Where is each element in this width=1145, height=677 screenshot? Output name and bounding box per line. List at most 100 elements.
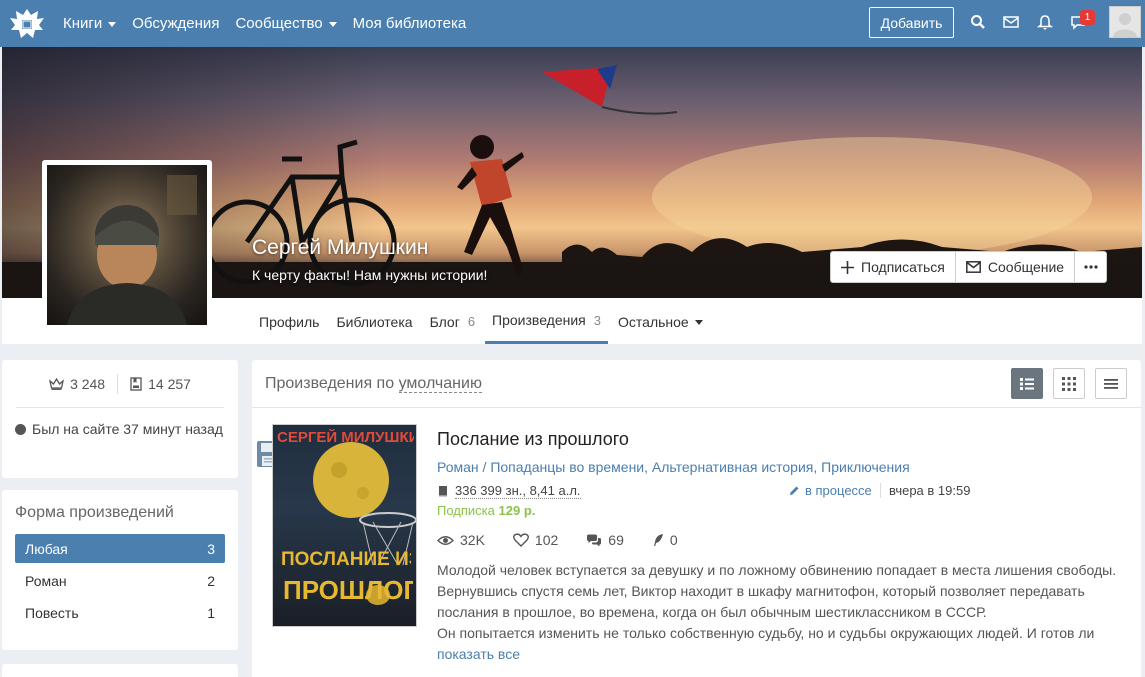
subscribe-button[interactable]: Подписаться xyxy=(831,252,956,282)
view-list-compact-button[interactable] xyxy=(1095,368,1127,399)
book-cover-title-line-1: ПОСЛАНИЕ ИЗ xyxy=(281,549,411,570)
view-grid-button[interactable] xyxy=(1053,368,1085,399)
book-cover-title-line-2: ПРОШЛОГО xyxy=(283,575,413,605)
work-status[interactable]: в процессе xyxy=(788,483,872,498)
tab-library-label: Библиотека xyxy=(336,313,413,330)
tab-profile[interactable]: Профиль xyxy=(252,299,326,344)
message-label: Сообщение xyxy=(987,259,1065,275)
form-filter-card: Форма произведений Любая 3 Роман 2 Повесть… xyxy=(2,490,238,650)
book-icon xyxy=(439,486,447,497)
profile-photo-image xyxy=(47,165,207,325)
work-annotation: Молодой человек вступается за девушку и … xyxy=(437,560,1127,665)
works-title-prefix: Произведения по xyxy=(265,374,395,392)
chevron-down-icon xyxy=(694,320,703,325)
comments-value: 69 xyxy=(608,532,624,548)
works-title: Произведения по умолчанию xyxy=(265,374,482,393)
tab-profile-label: Профиль xyxy=(259,313,320,330)
genre-link[interactable]: Альтернативная история xyxy=(652,459,813,475)
profile-tagline: К черту факты! Нам нужны истории! xyxy=(252,267,488,283)
work-updated: вчера в 19:59 xyxy=(880,483,970,498)
nav-community-label: Сообщество xyxy=(235,15,323,32)
grid-icon xyxy=(1062,376,1076,391)
pencil-icon xyxy=(790,486,799,495)
nav-books[interactable]: Книги xyxy=(63,15,117,32)
filter-count: 1 xyxy=(207,604,215,621)
genre-link[interactable]: Попаданцы во времени xyxy=(490,459,644,475)
add-button[interactable]: Добавить xyxy=(869,7,954,38)
rating-value: 3 248 xyxy=(70,375,106,392)
nav-books-label: Книги xyxy=(63,15,103,32)
tab-works[interactable]: Произведения 3 xyxy=(485,299,609,344)
tab-blog[interactable]: Блог 6 xyxy=(423,299,482,344)
likes-counter[interactable]: 102 xyxy=(512,532,559,548)
form-filter-list: Любая 3 Роман 2 Повесть 1 xyxy=(15,534,225,627)
plus-icon xyxy=(841,260,854,274)
likes-value: 102 xyxy=(534,532,559,548)
message-button[interactable]: Сообщение xyxy=(956,252,1076,282)
genre-link[interactable]: Приключения xyxy=(821,459,910,475)
filter-label: Роман xyxy=(25,572,67,589)
followers-stat[interactable]: 14 257 xyxy=(118,376,203,392)
chevron-down-icon xyxy=(328,22,337,27)
filter-count: 2 xyxy=(207,572,215,589)
tab-library[interactable]: Библиотека xyxy=(329,299,419,344)
rewards-counter[interactable]: 0 xyxy=(652,532,678,548)
filter-item-novel[interactable]: Роман 2 xyxy=(15,566,225,595)
profile-photo[interactable] xyxy=(42,160,212,330)
list-detailed-icon xyxy=(1020,377,1034,390)
views-value: 32K xyxy=(460,532,485,548)
show-all-link[interactable]: показать все xyxy=(437,644,1127,665)
nav-community[interactable]: Сообщество xyxy=(235,15,337,32)
main-nav: Книги Обсуждения Сообщество Моя библиоте… xyxy=(63,15,482,32)
crown-icon xyxy=(49,377,65,390)
tab-other[interactable]: Остальное xyxy=(611,299,710,344)
last-seen: Был на сайте 37 минут назад xyxy=(2,408,238,451)
annotation-paragraph-1: Молодой человек вступается за девушку и … xyxy=(437,562,1117,620)
work-size-row: 336 399 зн., 8,41 а.л. xyxy=(437,483,581,499)
more-actions-button[interactable] xyxy=(1075,252,1106,282)
profile-tabs: Профиль Библиотека Блог 6 Произведения 3 О… xyxy=(252,299,713,344)
user-avatar[interactable] xyxy=(1109,6,1141,38)
envelope-icon xyxy=(965,261,981,273)
chevron-down-icon xyxy=(108,22,117,27)
book-cover[interactable]: СЕРГЕЙ МИЛУШКИН ПОСЛАНИЕ ИЗ ПРОШЛОГО xyxy=(272,424,417,627)
nav-my-library-label: Моя библиотека xyxy=(352,15,467,32)
filter-label: Повесть xyxy=(25,604,79,621)
followers-value: 14 257 xyxy=(148,375,191,392)
profile-name: Сергей Милушкин xyxy=(252,236,429,259)
tab-blog-label: Блог xyxy=(429,313,460,330)
nav-my-library[interactable]: Моя библиотека xyxy=(353,15,467,32)
form-filter-title: Форма произведений xyxy=(15,504,174,521)
book-cover-author: СЕРГЕЙ МИЛУШКИН xyxy=(277,429,414,446)
work-size: 336 399 зн., 8,41 а.л. xyxy=(455,483,581,499)
annotation-paragraph-2: Он попытается изменить не только собстве… xyxy=(437,625,1095,641)
views-counter: 32K xyxy=(437,532,485,548)
kite-silhouette xyxy=(542,65,678,115)
search-icon[interactable] xyxy=(969,13,987,31)
filter-item-novella[interactable]: Повесть 1 xyxy=(15,598,225,627)
site-logo[interactable] xyxy=(5,2,49,46)
list-compact-icon xyxy=(1104,378,1118,389)
profile-actions: Подписаться Сообщение xyxy=(830,251,1108,283)
bell-icon[interactable] xyxy=(1036,13,1054,31)
nav-discussions-label: Обсуждения xyxy=(132,15,220,32)
tab-works-count: 3 xyxy=(593,312,602,328)
tab-other-label: Остальное xyxy=(618,313,689,330)
works-header: Произведения по умолчанию xyxy=(252,360,1141,408)
bookmark-book-icon xyxy=(130,376,142,391)
nav-discussions[interactable]: Обсуждения xyxy=(132,15,219,32)
sort-dropdown[interactable]: умолчанию xyxy=(398,374,482,393)
tab-blog-count: 6 xyxy=(467,314,476,329)
work-price: 129 р. xyxy=(498,503,536,518)
genre-link[interactable]: Роман xyxy=(437,459,479,475)
rating-stat[interactable]: 3 248 xyxy=(37,376,117,392)
default-avatar-icon xyxy=(1113,13,1137,37)
filter-item-any[interactable]: Любая 3 xyxy=(15,534,225,563)
last-seen-text: Был на сайте 37 минут назад xyxy=(32,421,223,437)
filter-count: 3 xyxy=(207,540,215,557)
comments-counter[interactable]: 69 xyxy=(586,532,624,548)
eye-icon xyxy=(437,535,454,545)
mail-icon[interactable] xyxy=(1002,13,1020,31)
view-list-detailed-button[interactable] xyxy=(1011,368,1043,399)
work-title[interactable]: Послание из прошлого xyxy=(437,429,629,450)
